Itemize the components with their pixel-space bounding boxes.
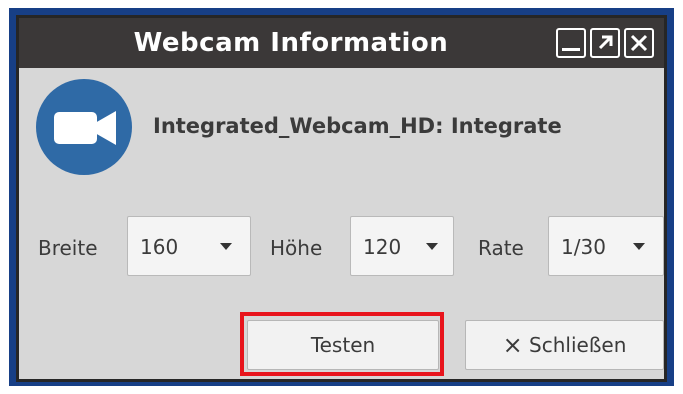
close-icon: × bbox=[502, 331, 523, 359]
test-button[interactable]: Testen bbox=[247, 320, 439, 370]
title-bar[interactable]: Webcam Information bbox=[19, 18, 664, 68]
height-value: 120 bbox=[363, 235, 402, 259]
maximize-icon bbox=[598, 35, 613, 50]
video-camera-icon bbox=[54, 111, 116, 145]
webcam-avatar bbox=[36, 79, 132, 175]
window-title: Webcam Information bbox=[133, 28, 449, 58]
height-label: Höhe bbox=[270, 236, 323, 260]
height-select[interactable]: 120 bbox=[350, 216, 454, 276]
chevron-down-icon bbox=[220, 243, 232, 250]
rate-label: Rate bbox=[478, 236, 524, 260]
close-icon bbox=[630, 34, 648, 52]
rate-select[interactable]: 1/30 bbox=[548, 216, 664, 276]
close-button[interactable]: × Schließen bbox=[465, 320, 664, 370]
rate-value: 1/30 bbox=[561, 235, 606, 259]
dialog-window: Webcam Information Integrated_Webcam_HD:… bbox=[16, 15, 667, 382]
chevron-down-icon bbox=[633, 243, 645, 250]
maximize-button[interactable] bbox=[590, 28, 620, 58]
width-select[interactable]: 160 bbox=[127, 216, 251, 276]
minimize-button[interactable] bbox=[556, 28, 586, 58]
close-button-label: Schließen bbox=[529, 333, 627, 357]
chevron-down-icon bbox=[426, 243, 438, 250]
width-label: Breite bbox=[38, 236, 98, 260]
minimize-icon bbox=[562, 48, 580, 51]
width-value: 160 bbox=[140, 235, 179, 259]
device-name: Integrated_Webcam_HD: Integrate bbox=[153, 114, 562, 138]
close-window-button[interactable] bbox=[624, 28, 654, 58]
